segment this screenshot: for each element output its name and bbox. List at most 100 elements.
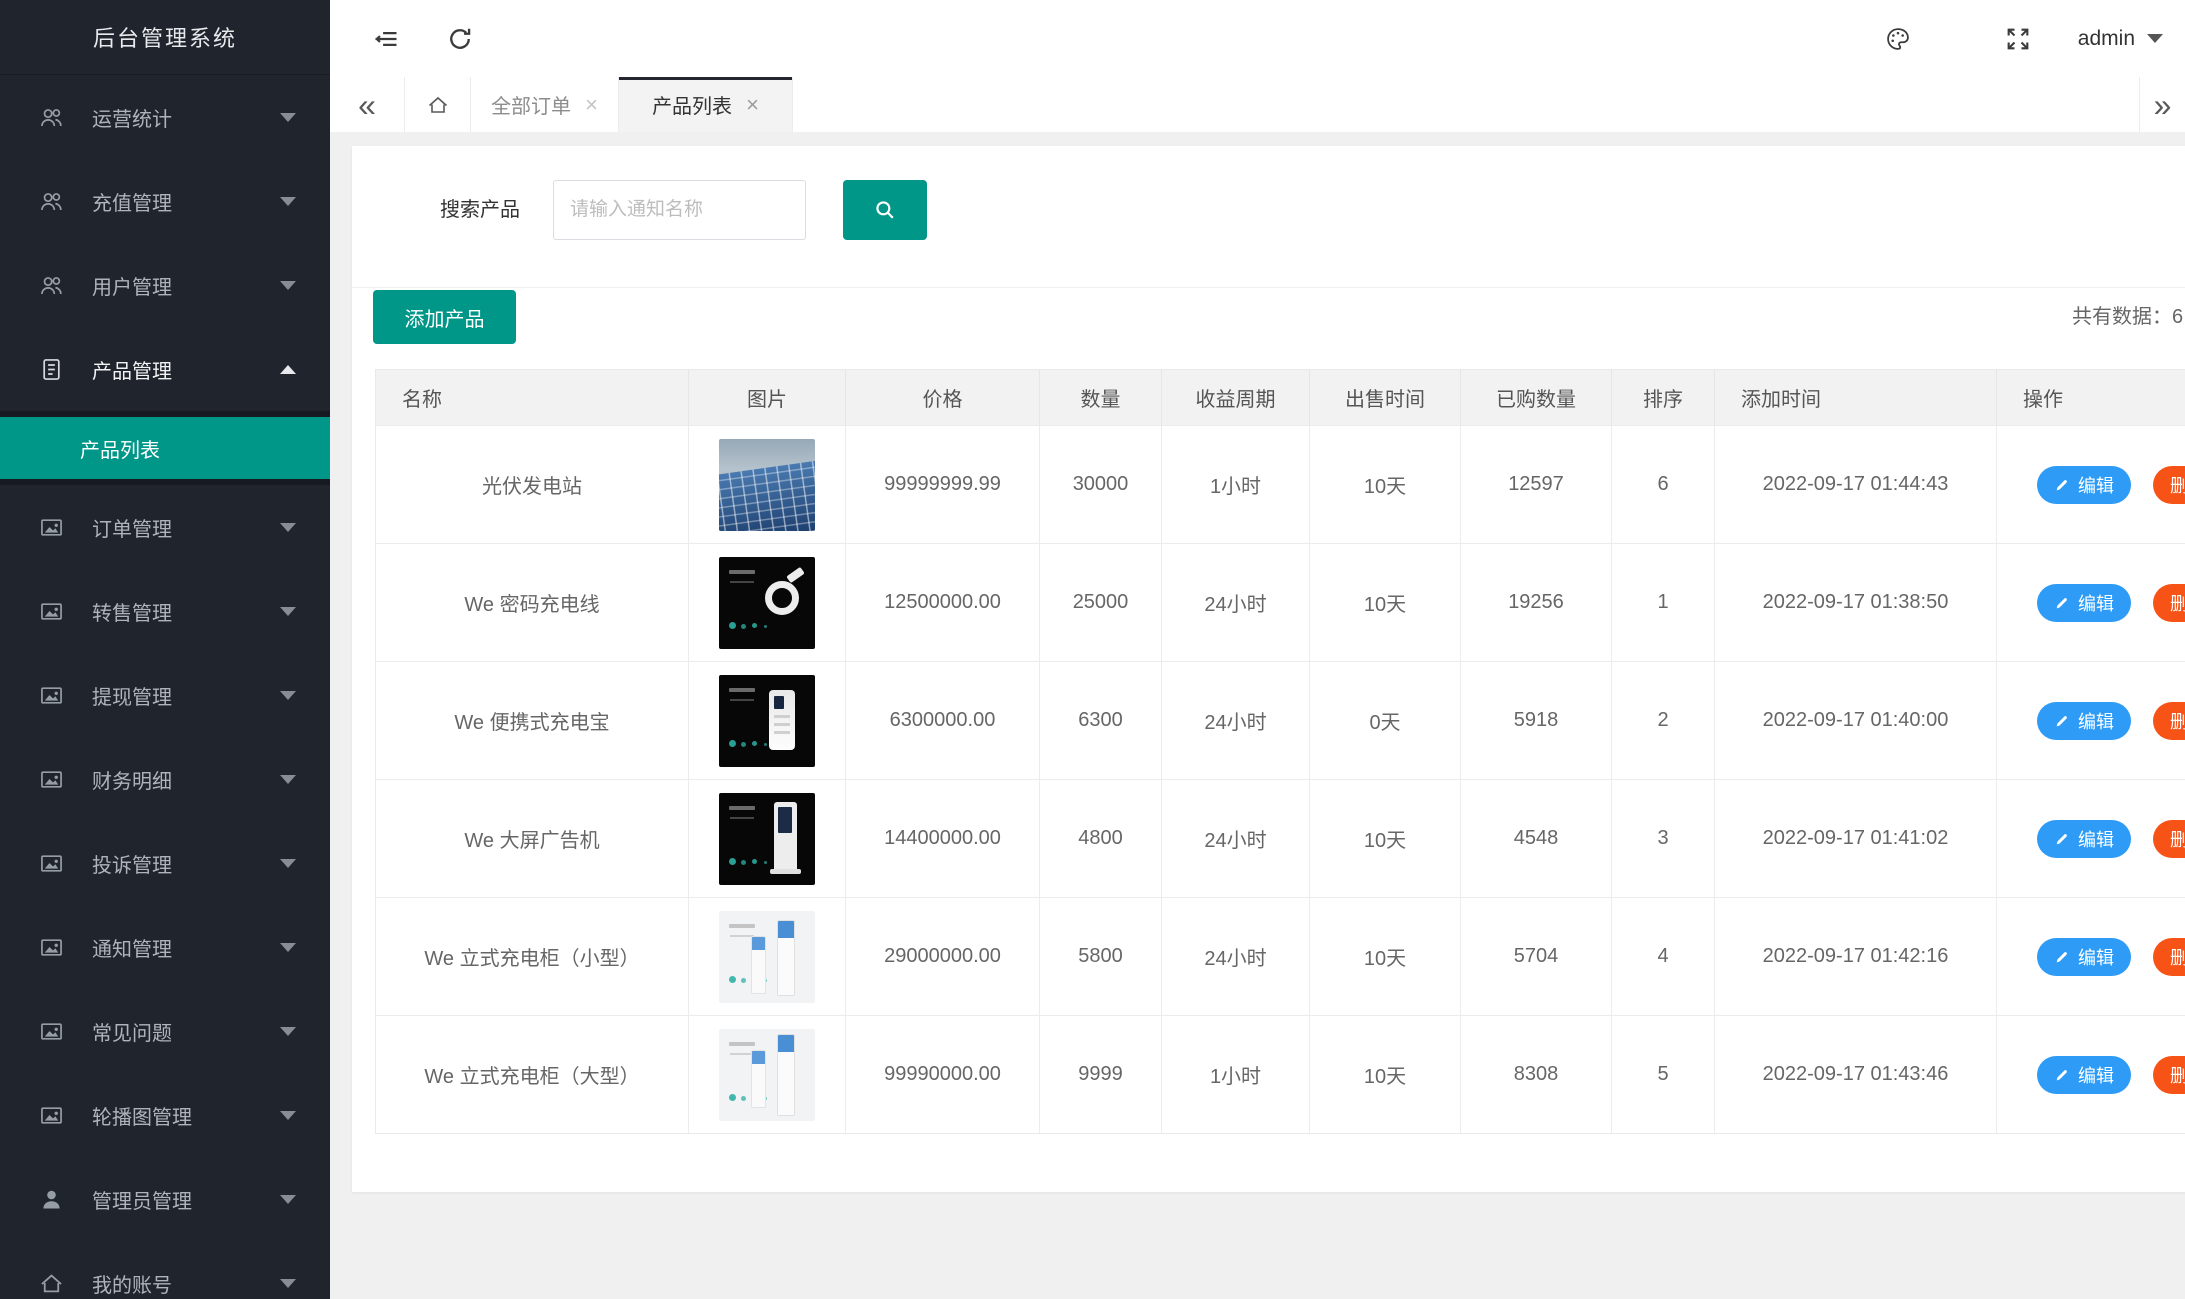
refresh-icon[interactable] [446,25,474,53]
tab-scroll-right[interactable]: » [2139,77,2185,132]
tab-1[interactable]: 产品列表 × [619,77,793,132]
sidebar-item-4[interactable]: 订单管理 [0,485,330,569]
products-table-wrap: 名称图片价格数量收益周期出售时间已购数量排序添加时间操作 光伏发电站999999… [375,369,2185,1134]
delete-button[interactable]: 删除 [2153,1056,2185,1094]
product-purchased: 12597 [1461,426,1612,544]
tabs-container: 全部订单 × 产品列表 × [471,77,793,132]
edit-button-label: 编辑 [2078,708,2114,734]
sidebar-item-label: 轮播图管理 [92,1101,192,1130]
page: { "app": { "title": "后台管理系统" }, "colors"… [0,0,2185,1299]
table-row-0: 光伏发电站99999999.99300001小时10天1259762022-09… [376,426,2185,544]
table-row-2: We 便携式充电宝6300000.00630024小时0天591822022-0… [376,662,2185,780]
edit-button[interactable]: 编辑 [2037,938,2131,976]
edit-button[interactable]: 编辑 [2037,702,2131,740]
image-icon [38,934,65,961]
product-image-cable [719,557,815,649]
close-icon[interactable]: × [746,94,759,116]
product-cycle: 24小时 [1162,662,1310,780]
sidebar-item-label: 用户管理 [92,271,172,300]
edit-button-label: 编辑 [2078,472,2114,498]
sidebar-item-5[interactable]: 转售管理 [0,569,330,653]
product-added-time: 2022-09-17 01:44:43 [1715,426,1997,544]
column-header-3: 数量 [1040,370,1162,426]
product-sale-time: 10天 [1310,780,1461,898]
edit-button[interactable]: 编辑 [2037,1056,2131,1094]
image-icon [38,598,65,625]
product-cycle: 1小时 [1162,426,1310,544]
product-sale-time: 0天 [1310,662,1461,780]
edit-button[interactable]: 编辑 [2037,820,2131,858]
sidebar-item-label: 产品管理 [92,355,172,384]
sidebar-item-1[interactable]: 充值管理 [0,159,330,243]
delete-button[interactable]: 删除 [2153,702,2185,740]
refresh-glyph [446,25,474,53]
product-image-cabinet-large [719,1029,815,1121]
chevron-down-icon [280,1027,296,1036]
sidebar-subitem[interactable]: 产品列表 [0,417,330,479]
product-purchased: 5704 [1461,898,1612,1016]
sidebar-item-10[interactable]: 常见问题 [0,989,330,1073]
edit-button[interactable]: 编辑 [2037,466,2131,504]
product-added-time: 2022-09-17 01:38:50 [1715,544,1997,662]
sidebar-item-13[interactable]: 我的账号 [0,1241,330,1299]
sidebar-item-2[interactable]: 用户管理 [0,243,330,327]
product-added-time: 2022-09-17 01:40:00 [1715,662,1997,780]
delete-button[interactable]: 删除 [2153,938,2185,976]
sidebar-item-7[interactable]: 财务明细 [0,737,330,821]
chevron-down-icon [280,1279,296,1288]
sidebar-item-label: 运营统计 [92,103,172,132]
edit-button[interactable]: 编辑 [2037,584,2131,622]
delete-button[interactable]: 删除 [2153,584,2185,622]
sidebar-item-8[interactable]: 投诉管理 [0,821,330,905]
column-header-4: 收益周期 [1162,370,1310,426]
sidebar-item-0[interactable]: 运营统计 [0,75,330,159]
admin-icon [38,1186,65,1213]
product-sale-time: 10天 [1310,544,1461,662]
theme-palette-icon[interactable] [1884,25,1912,53]
product-sort: 4 [1612,898,1715,1016]
sidebar-submenu: 产品列表 [0,411,330,485]
sidebar-item-12[interactable]: 管理员管理 [0,1157,330,1241]
tab-scroll-left[interactable]: « [330,77,405,132]
delete-button[interactable]: 删除 [2153,466,2185,504]
pencil-icon [2054,831,2070,847]
total-data-text: 共有数据：6 [2072,290,2183,344]
product-sort: 6 [1612,426,1715,544]
edit-button-label: 编辑 [2078,944,2114,970]
main-area: admin « 全部订单×产品列表× » 搜索产品 添加产品 共有数据：6 名称… [330,0,2185,1299]
product-purchased: 5918 [1461,662,1612,780]
sidebar-item-label: 管理员管理 [92,1185,192,1214]
products-table: 名称图片价格数量收益周期出售时间已购数量排序添加时间操作 光伏发电站999999… [375,369,2185,1134]
users-icon [38,104,65,131]
delete-button[interactable]: 删除 [2153,820,2185,858]
add-product-button[interactable]: 添加产品 [373,290,516,344]
product-sort: 2 [1612,662,1715,780]
product-price: 99999999.99 [846,426,1040,544]
chevron-down-icon [280,523,296,532]
product-image-powerbank [719,675,815,767]
close-icon[interactable]: × [585,94,598,116]
sidebar-item-11[interactable]: 轮播图管理 [0,1073,330,1157]
document-icon [38,356,65,383]
tab-label: 全部订单 [491,90,571,119]
sidebar-item-6[interactable]: 提现管理 [0,653,330,737]
tab-label: 产品列表 [652,90,732,119]
search-button[interactable] [843,180,927,240]
product-sort: 1 [1612,544,1715,662]
product-added-time: 2022-09-17 01:41:02 [1715,780,1997,898]
search-input[interactable] [553,180,806,240]
product-quantity: 30000 [1040,426,1162,544]
sidebar-item-9[interactable]: 通知管理 [0,905,330,989]
product-cycle: 24小时 [1162,544,1310,662]
chevron-down-icon [280,197,296,206]
user-menu[interactable]: admin [2078,27,2163,51]
tab-home[interactable] [405,77,471,132]
sidebar-item-label: 财务明细 [92,765,172,794]
tab-0[interactable]: 全部订单 × [471,77,619,132]
fullscreen-icon[interactable] [2004,25,2032,53]
product-image-adscreen [719,793,815,885]
tabbar: « 全部订单 × 产品列表 × » [330,77,2185,133]
image-icon [38,1018,65,1045]
sidebar-item-3[interactable]: 产品管理 [0,327,330,411]
collapse-menu-icon[interactable] [372,25,400,53]
